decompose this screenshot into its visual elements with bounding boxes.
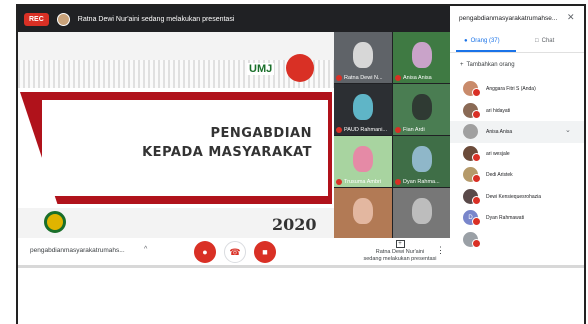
present-label-line2: sedang melakukan presentasi <box>363 256 437 262</box>
participant-tile[interactable]: PAUD Rahmani... <box>334 84 392 135</box>
meet-window: REC Ratna Dewi Nur'aini sedang melakukan… <box>18 6 584 265</box>
mic-muted-icon <box>395 179 401 185</box>
presenter-avatar <box>56 12 70 26</box>
mic-muted-icon <box>336 127 342 133</box>
tile-name: Anisa Anisa <box>403 75 432 81</box>
recording-badge: REC <box>24 12 49 26</box>
tab-divider <box>450 52 584 53</box>
participant-tile[interactable] <box>334 188 392 239</box>
tile-name: Fian Ardi <box>403 127 425 133</box>
participant-name: Dyan Rahmawati <box>486 215 525 221</box>
camera-toggle-button[interactable]: ■ <box>254 241 276 263</box>
tile-name: Ratna Dewi N... <box>344 75 383 81</box>
slide-title-line1: PENGABDIAN <box>210 126 312 141</box>
tab-people-label: Orang (37) <box>470 38 500 44</box>
participant-row[interactable]: Anisa Anisa ⌄ <box>450 121 584 143</box>
people-panel: pengabdianmasyarakatrumahse... ✕ ● Orang … <box>450 6 584 265</box>
participant-video <box>412 146 432 172</box>
participant-video <box>412 42 432 68</box>
tab-people[interactable]: ● Orang (37) <box>464 38 500 44</box>
more-options-icon[interactable]: ⋮ <box>436 245 445 256</box>
participant-row[interactable]: D Dyan Rahmawati <box>450 207 584 229</box>
participant-row[interactable]: Dedi Aristek <box>450 164 584 186</box>
leave-call-button[interactable]: ☎ <box>224 241 246 263</box>
top-bar: REC Ratna Dewi Nur'aini sedang melakukan… <box>18 6 450 32</box>
hang-up-icon: ☎ <box>229 246 241 257</box>
participant-video <box>353 42 373 68</box>
tile-name: Dyan Rahma... <box>403 179 440 185</box>
chevron-up-icon[interactable]: ^ <box>144 246 147 253</box>
divider <box>18 265 584 268</box>
people-icon: ● <box>464 38 468 44</box>
participant-tile[interactable]: Ratna Dewi N... <box>334 32 392 83</box>
mic-muted-icon <box>472 195 481 205</box>
participant-list: Anggara Fitri S (Anda) ari hidayati Anis… <box>450 78 584 250</box>
camera-off-icon: ■ <box>262 247 268 257</box>
participant-video <box>353 146 373 172</box>
mic-muted-icon <box>472 238 481 248</box>
participant-tile[interactable]: Dyan Rahma... <box>393 136 451 187</box>
mic-off-icon: ● <box>202 247 208 257</box>
present-icon: + <box>395 240 405 248</box>
frame-right-border <box>584 4 586 324</box>
participant-tile[interactable] <box>393 188 451 239</box>
mic-muted-icon <box>472 174 481 183</box>
partner-logo <box>286 54 314 82</box>
tile-name: Trusuma Ambri <box>344 179 382 185</box>
participant-tiles: Ratna Dewi N... Anisa Anisa PAUD Rahmani… <box>334 32 451 239</box>
meeting-details-label[interactable]: pengabdianmasyarakatrumahs... <box>30 247 125 254</box>
participant-row[interactable]: ari wesjale <box>450 143 584 165</box>
mic-muted-icon <box>472 109 481 119</box>
mic-muted-icon <box>395 127 401 133</box>
participant-video <box>353 94 373 120</box>
umj-logo: UMJ <box>247 63 275 75</box>
participant-row[interactable] <box>450 229 584 251</box>
mic-toggle-button[interactable]: ● <box>194 241 216 263</box>
mic-muted-icon <box>336 179 342 185</box>
mic-muted-icon <box>472 217 481 226</box>
participant-row[interactable]: ari hidayati <box>450 100 584 122</box>
participant-name: Anggara Fitri S (Anda) <box>486 86 536 92</box>
present-label-line1: Ratna Dewi Nur'aini <box>375 249 425 255</box>
participant-video <box>412 198 432 224</box>
close-icon[interactable]: ✕ <box>567 12 575 23</box>
mic-muted-icon <box>395 75 401 81</box>
tile-name: PAUD Rahmani... <box>344 127 387 133</box>
participant-video <box>412 94 432 120</box>
participant-name: Anisa Anisa <box>486 129 513 135</box>
mic-muted-icon <box>336 75 342 81</box>
participant-name: Dedi Aristek <box>486 172 513 178</box>
participant-name: ari wesjale <box>486 150 510 157</box>
add-people-button[interactable]: + Tambahkan orang <box>460 62 515 68</box>
participant-video <box>353 198 373 224</box>
tab-chat-label: Chat <box>541 38 555 44</box>
bottom-bar: pengabdianmasyarakatrumahs... ^ ● ☎ ■ + … <box>18 238 450 265</box>
participant-tile[interactable]: Fian Ardi <box>393 84 451 135</box>
presenting-text: Ratna Dewi Nur'aini sedang melakukan pre… <box>77 15 235 23</box>
tab-chat[interactable]: □ Chat <box>535 38 554 44</box>
gear-logo-icon <box>44 211 66 233</box>
add-people-label: Tambahkan orang <box>466 62 515 68</box>
participant-tile[interactable]: Trusuma Ambri <box>334 136 392 187</box>
mic-muted-icon <box>472 88 481 97</box>
add-person-icon: + <box>460 62 464 68</box>
presentation-view[interactable]: UMJ PENGABDIAN KEPADA MASYARAKAT 2020 <box>18 32 334 238</box>
participant-name: ari hidayati <box>486 107 511 114</box>
panel-title: pengabdianmasyarakatrumahse... <box>459 15 558 22</box>
slide-title-line2: KEPADA MASYARAKAT <box>142 145 312 160</box>
present-now-button[interactable]: + Ratna Dewi Nur'aini sedang melakukan p… <box>350 240 450 263</box>
participant-tile[interactable]: Anisa Anisa <box>393 32 451 83</box>
participant-name: Dewi Kensiequesrohazia <box>486 193 542 200</box>
chat-icon: □ <box>535 38 539 44</box>
screenshot-frame: REC Ratna Dewi Nur'aini sedang melakukan… <box>0 0 588 324</box>
mic-muted-icon <box>472 152 481 162</box>
participant-row[interactable]: Dewi Kensiequesrohazia <box>450 186 584 208</box>
slide-year: 2020 <box>272 215 317 234</box>
chevron-down-icon[interactable]: ⌄ <box>565 126 571 134</box>
participant-row[interactable]: Anggara Fitri S (Anda) <box>450 78 584 100</box>
avatar <box>463 124 478 139</box>
